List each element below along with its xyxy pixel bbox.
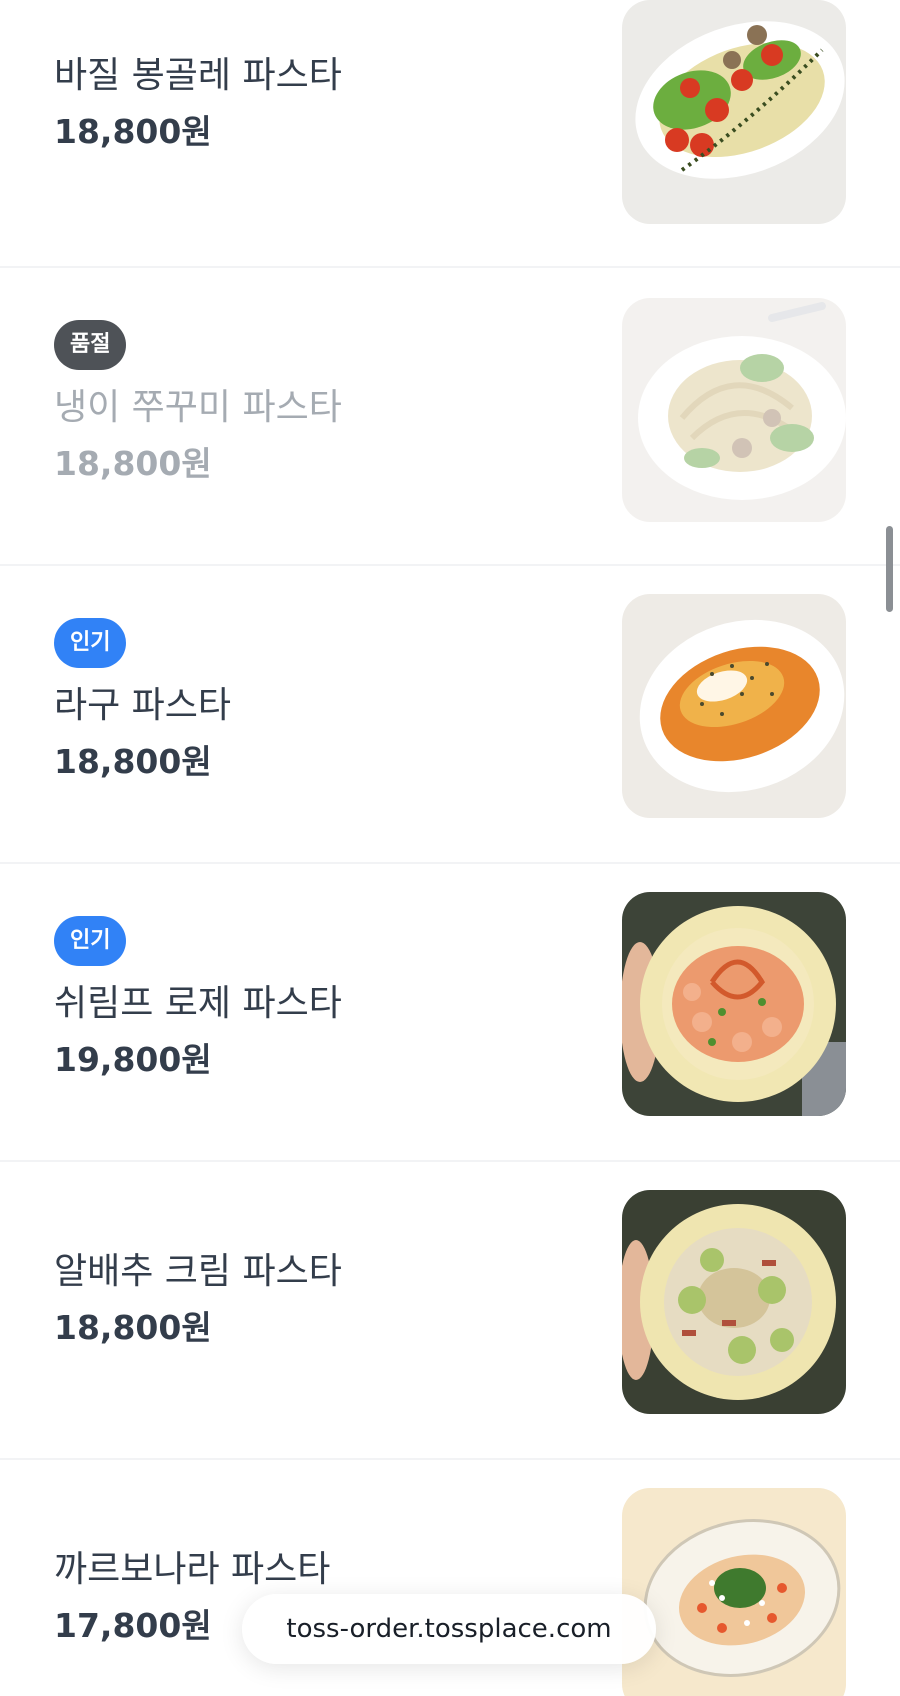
menu-item-price: 18,800원 xyxy=(54,112,212,151)
scrollbar[interactable] xyxy=(886,526,893,612)
menu-item-info: 바질 봉골레 파스타 18,800원 xyxy=(54,48,342,160)
menu-item-info: 알배추 크림 파스타 18,800원 xyxy=(54,1244,342,1356)
menu-item-naengi-jjukkumi[interactable]: 품절 냉이 쭈꾸미 파스타 18,800원 xyxy=(0,268,900,566)
menu-item-name: 냉이 쭈꾸미 파스타 xyxy=(54,387,342,428)
menu-item-photo[interactable] xyxy=(622,1488,846,1696)
menu-item-name: 쉬림프 로제 파스타 xyxy=(54,983,342,1024)
menu-item-name: 알배추 크림 파스타 xyxy=(54,1251,342,1292)
menu-item-info: 인기 라구 파스타 18,800원 xyxy=(54,618,231,790)
menu-item-photo[interactable] xyxy=(622,298,846,522)
menu-item-price: 18,800원 xyxy=(54,1308,212,1347)
menu-item-name: 라구 파스타 xyxy=(54,685,232,726)
popular-badge: 인기 xyxy=(54,618,127,668)
menu-item-info: 인기 쉬림프 로제 파스타 19,800원 xyxy=(54,916,342,1088)
menu-item-info: 품절 냉이 쭈꾸미 파스타 18,800원 xyxy=(54,320,342,492)
menu-item-name: 바질 봉골레 파스타 xyxy=(54,55,342,96)
menu-page: 바질 봉골레 파스타 18,800원 품절 냉이 쭈꾸미 파스타 18,800원… xyxy=(0,0,900,1696)
menu-item-photo[interactable] xyxy=(622,594,846,818)
menu-item-cabbage-cream[interactable]: 알배추 크림 파스타 18,800원 xyxy=(0,1162,900,1460)
menu-item-basil-vongole[interactable]: 바질 봉골레 파스타 18,800원 xyxy=(0,0,900,268)
menu-item-shrimp-rose[interactable]: 인기 쉬림프 로제 파스타 19,800원 xyxy=(0,864,900,1162)
menu-item-ragu[interactable]: 인기 라구 파스타 18,800원 xyxy=(0,566,900,864)
browser-url-bar[interactable]: toss-order.tossplace.com xyxy=(242,1594,656,1664)
popular-badge: 인기 xyxy=(54,916,127,966)
menu-item-price: 18,800원 xyxy=(54,444,212,483)
menu-item-name: 까르보나라 파스타 xyxy=(54,1549,331,1590)
menu-item-photo[interactable] xyxy=(622,892,846,1116)
menu-item-photo[interactable] xyxy=(622,0,846,224)
menu-item-price: 18,800원 xyxy=(54,742,212,781)
menu-item-price: 19,800원 xyxy=(54,1040,212,1079)
menu-item-photo[interactable] xyxy=(622,1190,846,1414)
soldout-badge: 품절 xyxy=(54,320,127,370)
